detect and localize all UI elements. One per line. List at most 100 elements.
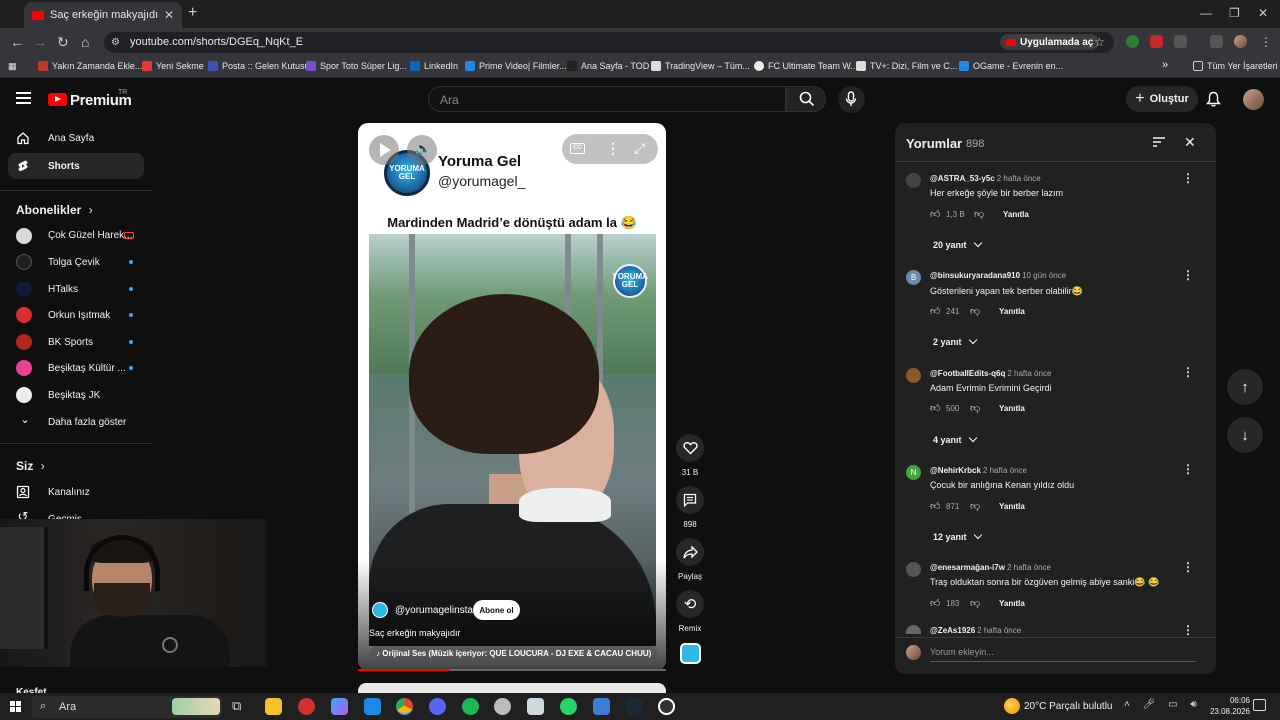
notifications-bell-icon[interactable]: [1206, 91, 1221, 110]
reply-button[interactable]: Yanıtla: [999, 599, 1025, 608]
bookmark-item[interactable]: Yeni Sekme: [142, 61, 204, 71]
notification-center-icon[interactable]: [1253, 699, 1266, 711]
show-more-button[interactable]: ⌄ Daha fazla göster: [8, 409, 144, 435]
hamburger-menu-icon[interactable]: [16, 92, 31, 104]
system-tray-icons[interactable]: ˄ 🎤︎ ▭ 🔊︎: [1124, 699, 1202, 710]
comment-author[interactable]: @ZeAs1926 2 hafta önce: [930, 626, 1021, 635]
sort-comments-icon[interactable]: [1152, 136, 1166, 151]
pdf-extension-icon[interactable]: [1150, 35, 1163, 48]
close-comments-icon[interactable]: ✕: [1184, 134, 1196, 151]
all-bookmarks-folder[interactable]: Tüm Yer İşaretleri: [1193, 61, 1278, 71]
subscription-item[interactable]: Beşiktaş Kültür ...: [8, 355, 144, 381]
commenter-avatar[interactable]: B: [906, 270, 921, 285]
media-controls-icon[interactable]: [1210, 35, 1223, 48]
show-replies-button[interactable]: 2 yanıt: [933, 335, 977, 347]
search-input[interactable]: [428, 86, 786, 112]
close-tab-icon[interactable]: ✕: [164, 8, 174, 22]
sidebar-item-home[interactable]: Ana Sayfa: [8, 125, 144, 151]
copilot-icon[interactable]: [331, 698, 348, 715]
show-replies-button[interactable]: 12 yanıt: [933, 530, 982, 542]
commenter-avatar[interactable]: [906, 173, 921, 188]
sidebar-item-shorts[interactable]: Shorts: [8, 153, 144, 179]
reply-button[interactable]: Yanıtla: [1003, 210, 1029, 219]
bookmark-item[interactable]: Prime Video| Filmler...: [465, 61, 567, 71]
bookmark-item[interactable]: Spor Toto Süper Lig...: [306, 61, 407, 71]
chrome-menu-icon[interactable]: ⋮: [1260, 35, 1272, 49]
profile-icon[interactable]: [1234, 35, 1247, 48]
commenter-avatar[interactable]: N: [906, 465, 921, 480]
add-comment-input[interactable]: Yorum ekleyin...: [930, 647, 994, 657]
subscription-item[interactable]: Tolga Çevik: [8, 249, 144, 275]
thumbs-up-icon[interactable]: 👍︎: [930, 305, 940, 317]
thumbs-down-icon[interactable]: 👎︎: [970, 597, 980, 609]
reply-button[interactable]: Yanıtla: [999, 404, 1025, 413]
comment-author[interactable]: @NehirKrbck 2 hafta önce: [930, 466, 1027, 475]
search-button[interactable]: [786, 86, 826, 112]
subscribe-button[interactable]: Abone ol: [473, 600, 520, 620]
more-bookmarks-icon[interactable]: »: [1162, 59, 1168, 71]
mail-icon[interactable]: [364, 698, 381, 715]
volume-button[interactable]: 🔊: [407, 135, 437, 165]
fullscreen-icon[interactable]: ⤢: [634, 140, 645, 157]
messenger-icon[interactable]: [494, 698, 511, 715]
comment-author[interactable]: @FootballEdits-q6q 2 hafta önce: [930, 369, 1051, 378]
todo-icon[interactable]: [593, 698, 610, 715]
grammarly-extension-icon[interactable]: [1126, 35, 1139, 48]
voice-search-button[interactable]: [838, 86, 865, 113]
reply-button[interactable]: Yanıtla: [999, 307, 1025, 316]
subscription-item[interactable]: HTalks: [8, 276, 144, 302]
browser-tab[interactable]: Saç erkeğin makyajıdır - YouTube ✕: [24, 2, 182, 28]
bookmark-item[interactable]: Posta :: Gelen Kutusu: [208, 61, 310, 71]
weather-text[interactable]: 20°C Parçalı bulutlu: [1024, 701, 1113, 712]
thumbs-down-icon[interactable]: 👎︎: [974, 208, 984, 220]
thumbs-up-icon[interactable]: 👍︎: [930, 597, 940, 609]
next-short-button[interactable]: ↓: [1227, 417, 1263, 453]
calculator-icon[interactable]: [527, 698, 544, 715]
back-icon[interactable]: ←: [10, 34, 24, 50]
comment-menu-icon[interactable]: ⋮: [1182, 623, 1194, 637]
bookmark-item[interactable]: Yakın Zamanda Ekle...: [38, 61, 142, 71]
channel-avatar[interactable]: [372, 602, 388, 618]
chrome-icon[interactable]: [396, 698, 413, 715]
subscription-item[interactable]: Orkun Işıtmak: [8, 302, 144, 328]
bookmark-item[interactable]: TradingView – Tüm...: [651, 61, 750, 71]
thumbs-down-icon[interactable]: 👎︎: [970, 500, 980, 512]
comment-author[interactable]: @ASTRA_53-y5c 2 hafta önce: [930, 174, 1041, 183]
extensions-icon[interactable]: [1174, 35, 1187, 48]
previous-short-button[interactable]: ↑: [1227, 369, 1263, 405]
comments-button[interactable]: [676, 486, 704, 514]
restore-icon[interactable]: ❐: [1229, 6, 1240, 20]
comment-author[interactable]: @binsukuryaradana910 10 gün önce: [930, 271, 1066, 280]
like-button[interactable]: [676, 434, 704, 462]
bookmark-item[interactable]: LinkedIn: [410, 61, 458, 71]
remix-button[interactable]: ⟲: [676, 590, 704, 618]
open-in-app-button[interactable]: Uygulamada aç: [1000, 34, 1100, 50]
apps-grid-icon[interactable]: ▦: [8, 61, 17, 72]
commenter-avatar[interactable]: [906, 562, 921, 577]
captions-icon[interactable]: CC: [570, 143, 585, 154]
account-avatar[interactable]: [1243, 89, 1264, 110]
bookmark-item[interactable]: FC Ultimate Team W...: [754, 61, 858, 71]
site-info-icon[interactable]: ⚙: [111, 37, 120, 48]
audio-track-pill[interactable]: ♪ Orijinal Ses (Müzik içeriyor: QUE LOUC…: [370, 646, 658, 660]
create-button[interactable]: + Oluştur: [1126, 86, 1198, 112]
youtube-logo-icon[interactable]: [48, 93, 67, 106]
share-button[interactable]: [676, 538, 704, 566]
url-text[interactable]: youtube.com/shorts/DGEq_NqKt_E: [130, 36, 303, 48]
thumbs-up-icon[interactable]: 👍︎: [930, 402, 940, 414]
bookmark-item[interactable]: Ana Sayfa - TOD: [567, 61, 649, 71]
search-highlight-image[interactable]: [172, 698, 220, 715]
forward-icon[interactable]: →: [33, 34, 47, 50]
clock[interactable]: 06:06 23.08.2026: [1196, 695, 1250, 717]
comment-author[interactable]: @enesarmağan-i7w 2 hafta önce: [930, 563, 1051, 572]
comment-menu-icon[interactable]: ⋮: [1182, 462, 1194, 476]
bookmark-item[interactable]: OGame - Evrenin en...: [959, 61, 1063, 71]
recorder-icon[interactable]: [658, 698, 675, 715]
video-channel-name[interactable]: @yorumagelinsta: [395, 605, 473, 616]
new-tab-icon[interactable]: +: [188, 4, 197, 22]
reply-button[interactable]: Yanıtla: [999, 502, 1025, 511]
subscription-item[interactable]: Çok Güzel Harek...: [8, 222, 144, 248]
show-replies-button[interactable]: 4 yanıt: [933, 433, 977, 445]
play-button[interactable]: [369, 135, 399, 165]
comment-menu-icon[interactable]: ⋮: [1182, 268, 1194, 282]
